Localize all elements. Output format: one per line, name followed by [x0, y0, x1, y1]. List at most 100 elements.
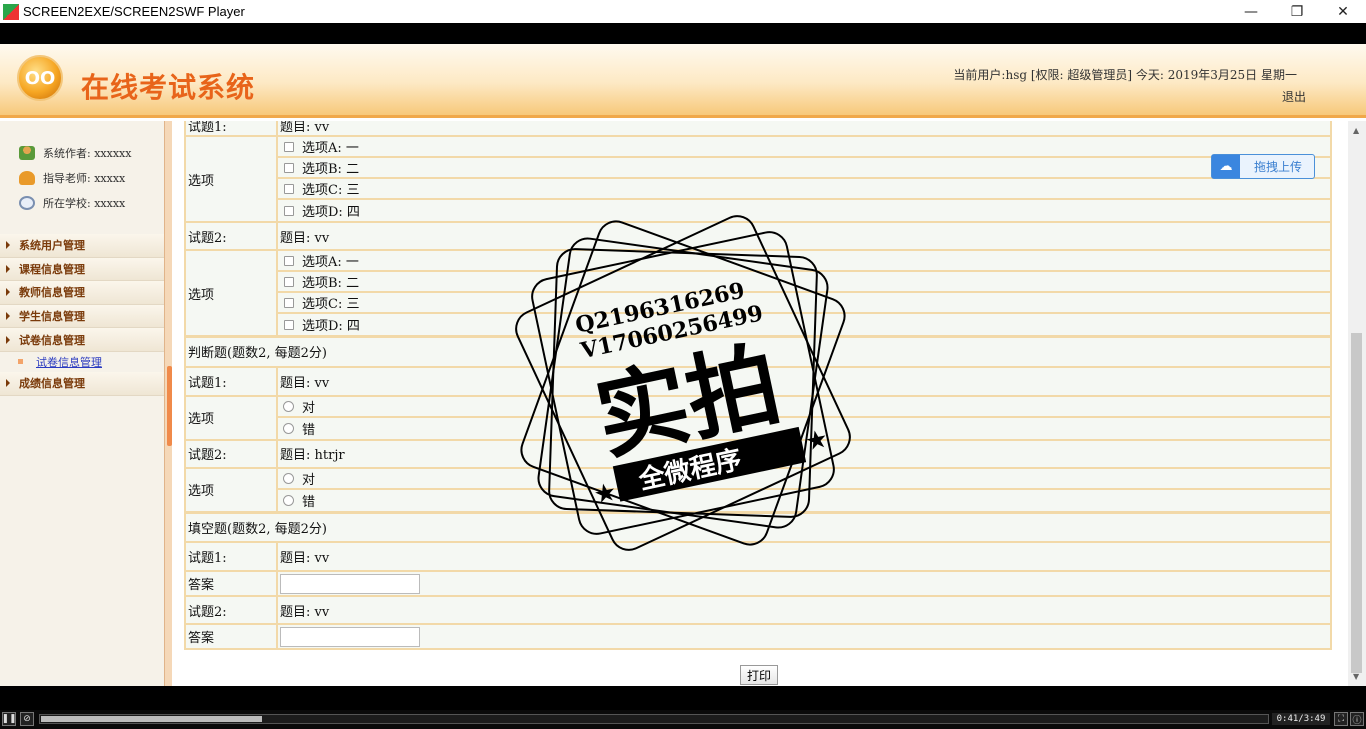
menu-label: 教师信息管理 — [19, 286, 85, 300]
pause-icon[interactable]: ❚❚ — [1, 712, 17, 726]
table-row: 试题2: 题目: vv — [184, 595, 1332, 625]
option-text: 选项D: 四 — [302, 319, 360, 334]
table-row: 选项 对 错 — [184, 466, 1332, 513]
checkbox[interactable] — [284, 297, 294, 308]
caret-right-icon — [6, 288, 10, 297]
minimize-button[interactable]: — — [1228, 0, 1274, 23]
menu-item-teachers[interactable]: 教师信息管理 — [0, 281, 164, 305]
info-icon[interactable]: ⓘ — [1350, 712, 1364, 726]
scroll-up-icon[interactable]: ▲ — [1353, 126, 1359, 135]
menu-item-papers[interactable]: 试卷信息管理 — [0, 328, 164, 352]
scroll-thumb[interactable] — [1351, 333, 1362, 673]
option-text: 选项A: 一 — [302, 141, 359, 156]
option-text: 选项A: 一 — [302, 255, 359, 270]
window-titlebar: SCREEN2EXE/SCREEN2SWF Player — ❐ ✕ — [0, 0, 1366, 23]
menu-label: 学生信息管理 — [19, 310, 85, 324]
table-row: 试题2: 题目: htrjr — [184, 438, 1332, 469]
user-icon — [19, 145, 35, 160]
option-text: 错 — [302, 422, 316, 438]
options-cell: 对 错 — [276, 394, 1332, 441]
checkbox[interactable] — [284, 183, 294, 194]
table-row: 答案 — [184, 623, 1332, 650]
caret-right-icon — [6, 335, 10, 344]
menu-label: 课程信息管理 — [19, 262, 85, 276]
option-row[interactable]: 对 — [278, 397, 1330, 418]
app-header: OO 在线考试系统 当前用户:hsg [权限: 超级管理员] 今天: 2019年… — [0, 44, 1366, 118]
user-info: 当前用户:hsg [权限: 超级管理员] 今天: 2019年3月25日 星期一 — [953, 68, 1297, 82]
option-text: 选项C: 三 — [302, 183, 360, 198]
menu-label: 成绩信息管理 — [19, 377, 85, 391]
table-row: 选项 选项A: 一 选项B: 二 选项C: 三 选项D: 四 — [184, 135, 1332, 223]
menu-label: 试卷信息管理 — [19, 333, 85, 347]
school-row: 所在学校: xxxxx — [0, 190, 164, 215]
checkbox[interactable] — [284, 162, 294, 173]
exam-content: 试题1: 题目: vv 选项 选项A: 一 选项B: 二 选项C: 三 选项D:… — [172, 121, 1348, 686]
radio-button[interactable] — [283, 494, 294, 506]
option-row[interactable]: 选项A: 一 — [278, 251, 1330, 272]
option-row[interactable]: 选项C: 三 — [278, 293, 1330, 314]
option-text: 错 — [302, 494, 316, 510]
option-row[interactable]: 选项B: 二 — [278, 158, 1330, 179]
options-cell: 对 错 — [276, 466, 1332, 513]
teacher-row: 指导老师: xxxxx — [0, 165, 164, 190]
restore-button[interactable]: ❐ — [1274, 0, 1320, 23]
answer-input[interactable] — [280, 626, 420, 647]
checkbox[interactable] — [284, 319, 294, 330]
menu-item-grades[interactable]: 成绩信息管理 — [0, 371, 164, 396]
fullscreen-icon[interactable]: ⛶ — [1334, 712, 1348, 726]
menu-item-courses[interactable]: 课程信息管理 — [0, 257, 164, 282]
table-row: 选项 选项A: 一 选项B: 二 选项C: 三 选项D: 四 — [184, 249, 1332, 338]
sidebar-splitter[interactable] — [164, 121, 172, 686]
option-row[interactable]: 对 — [278, 469, 1330, 490]
option-row[interactable]: 选项B: 二 — [278, 272, 1330, 293]
system-title: 在线考试系统 — [81, 71, 256, 104]
sidebar: 系统作者: xxxxxx 指导老师: xxxxx 所在学校: xxxxx 系统用… — [0, 121, 164, 686]
exam-paper-table: 试题1: 题目: vv 选项 选项A: 一 选项B: 二 选项C: 三 选项D:… — [184, 121, 1332, 650]
menu-item-students[interactable]: 学生信息管理 — [0, 304, 164, 329]
vertical-scrollbar[interactable]: ▲ ▼ — [1348, 121, 1366, 686]
logo-icon: OO — [17, 55, 63, 101]
option-row[interactable]: 选项D: 四 — [278, 314, 1330, 335]
option-row[interactable]: 选项C: 三 — [278, 179, 1330, 200]
print-button[interactable]: 打印 — [740, 665, 778, 685]
scroll-down-icon[interactable]: ▼ — [1353, 672, 1359, 681]
radio-button[interactable] — [283, 472, 294, 484]
table-row: 判断题(题数2, 每题2分) — [184, 335, 1332, 368]
close-button[interactable]: ✕ — [1320, 0, 1366, 23]
menu-item-system-users[interactable]: 系统用户管理 — [0, 234, 164, 258]
logout-link[interactable]: 退出 — [1282, 88, 1306, 105]
radio-button[interactable] — [283, 422, 294, 434]
option-row[interactable]: 选项A: 一 — [278, 137, 1330, 158]
table-row: 填空题(题数2, 每题2分) — [184, 510, 1332, 543]
answer-cell — [276, 570, 1332, 597]
question-text: 题目: vv — [276, 221, 1332, 251]
question-label: 试题2: — [184, 221, 278, 251]
option-row[interactable]: 错 — [278, 490, 1330, 511]
option-row[interactable]: 选项D: 四 — [278, 200, 1330, 221]
table-row: 答案 — [184, 570, 1332, 597]
window-title: SCREEN2EXE/SCREEN2SWF Player — [23, 4, 245, 19]
bullet-icon — [18, 359, 23, 365]
table-row: 选项 对 错 — [184, 394, 1332, 441]
drag-upload-button[interactable]: ☁ 拖拽上传 — [1211, 154, 1315, 179]
progress-track[interactable] — [39, 714, 1269, 724]
question-text: 题目: vv — [276, 595, 1332, 625]
option-text: 选项B: 二 — [302, 162, 360, 177]
options-label: 选项 — [184, 135, 278, 223]
checkbox[interactable] — [284, 255, 294, 266]
answer-label: 答案 — [184, 570, 278, 597]
mute-icon[interactable]: ⊘ — [20, 712, 34, 726]
question-text: 题目: vv — [276, 541, 1332, 572]
checkbox[interactable] — [284, 205, 294, 216]
author-row: 系统作者: xxxxxx — [0, 140, 164, 165]
table-row: 试题1: 题目: vv — [184, 541, 1332, 572]
answer-input[interactable] — [280, 573, 420, 594]
caret-right-icon — [6, 312, 10, 321]
option-row[interactable]: 错 — [278, 418, 1330, 439]
checkbox[interactable] — [284, 276, 294, 287]
submenu-item-paper-management[interactable]: 试卷信息管理 — [0, 352, 164, 372]
radio-button[interactable] — [283, 400, 294, 412]
question-label: 试题1: — [184, 365, 278, 397]
checkbox[interactable] — [284, 141, 294, 152]
question-text: 题目: vv — [276, 121, 1332, 137]
